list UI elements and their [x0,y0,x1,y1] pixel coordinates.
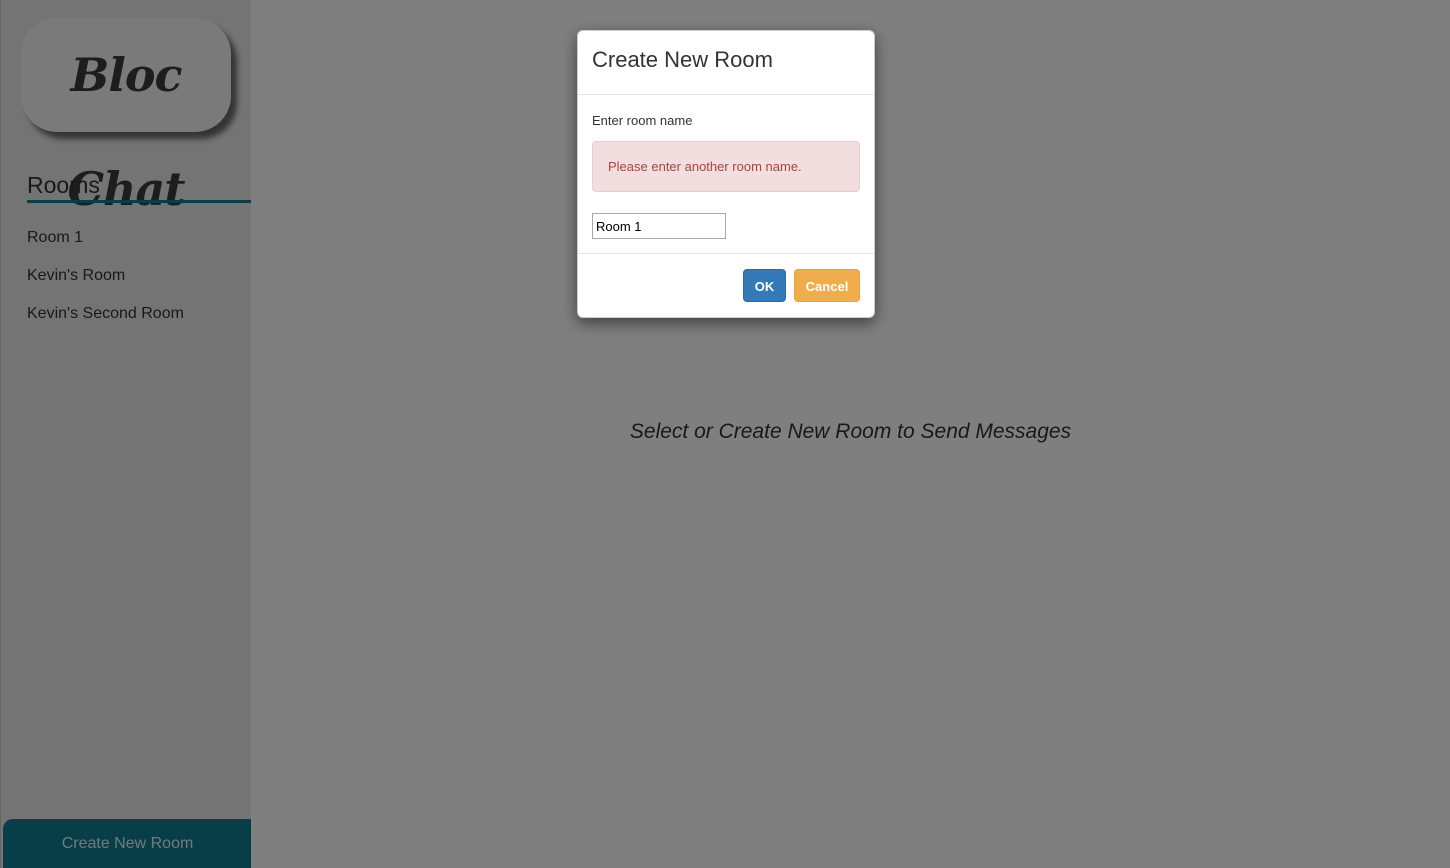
error-message: Please enter another room name. [608,159,802,174]
room-name-label: Enter room name [592,113,693,128]
error-alert: Please enter another room name. [592,141,860,192]
cancel-button[interactable]: Cancel [794,269,860,302]
modal-footer: OK Cancel [578,253,874,317]
room-name-input[interactable] [592,213,726,239]
create-room-modal: Create New Room Enter room name Please e… [577,30,875,318]
modal-title: Create New Room [592,47,773,72]
modal-header: Create New Room [578,31,874,95]
ok-button[interactable]: OK [743,269,786,302]
